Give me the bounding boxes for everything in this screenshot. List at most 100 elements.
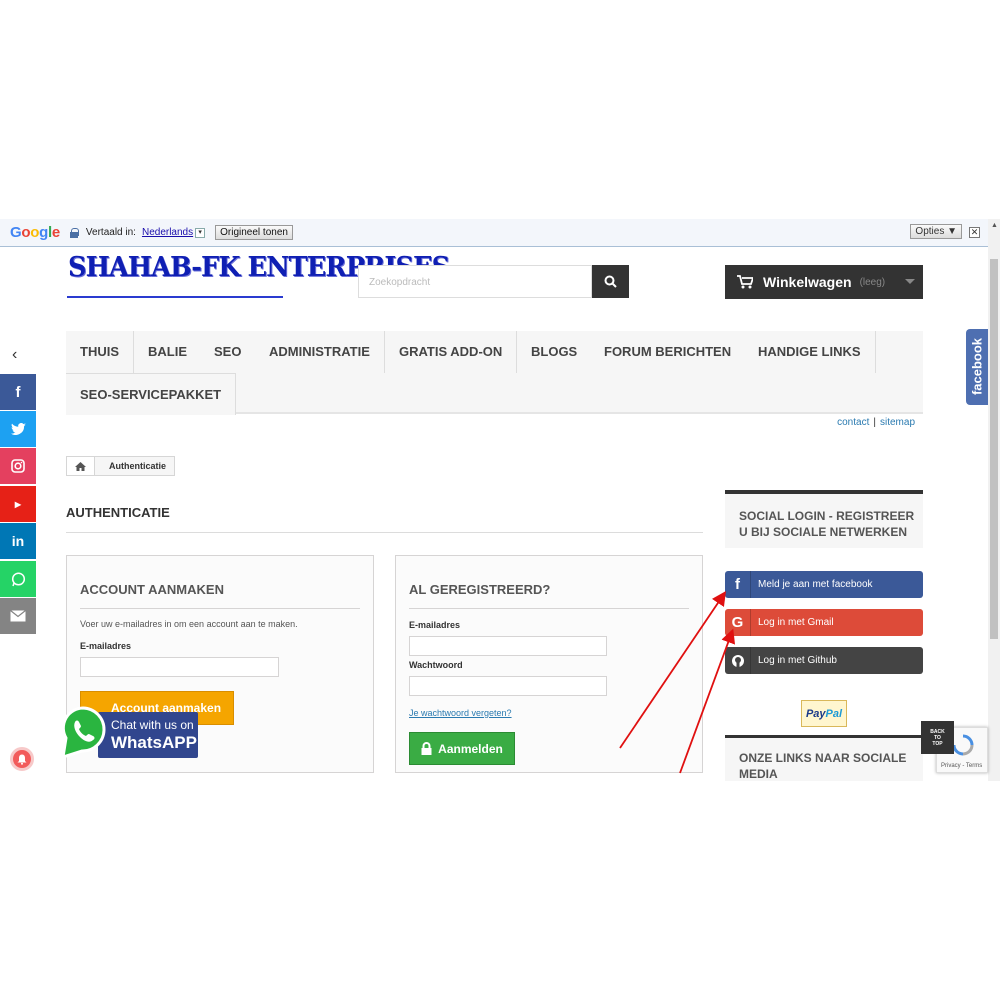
email-icon [10, 610, 26, 622]
back-to-top-button[interactable]: BACK TO TOP [921, 721, 954, 754]
login-box: AL GEREGISTREERD? E-mailadres Wachtwoord… [395, 555, 703, 773]
create-account-hint: Voer uw e-mailadres in om een account aa… [80, 619, 298, 629]
login-email-label: E-mailadres [409, 620, 461, 630]
breadcrumb: Authenticatie [66, 456, 176, 476]
menu-item-administratie[interactable]: ADMINISTRATIE [255, 331, 385, 373]
breadcrumb-current: Authenticatie [109, 461, 167, 471]
whatsapp-line1: Chat with us on [111, 718, 194, 732]
facebook-tab-label: facebook [969, 337, 985, 396]
share-instagram[interactable] [0, 448, 36, 484]
scrollbar-thumb[interactable] [990, 259, 998, 639]
search-button[interactable] [592, 265, 629, 298]
instagram-icon [11, 459, 25, 473]
password-field[interactable] [409, 676, 607, 696]
share-email[interactable] [0, 598, 36, 634]
share-facebook[interactable]: f [0, 374, 36, 410]
search-input[interactable]: Zoekopdracht [358, 265, 592, 298]
social-login-block: SOCIAL LOGIN - REGISTREER U BIJ SOCIALE … [725, 490, 923, 548]
facebook-icon: f [15, 383, 21, 401]
whatsapp-chat-badge[interactable]: Chat with us on WhatsAPP [60, 705, 200, 763]
login-title: AL GEREGISTREERD? [409, 582, 551, 597]
cart-label: Winkelwagen [763, 274, 852, 290]
github-icon [725, 647, 751, 674]
password-label: Wachtwoord [409, 660, 463, 670]
github-login-button[interactable]: Log in met Github [725, 647, 923, 674]
cart-state: (leeg) [859, 276, 886, 288]
share-linkedin[interactable]: in [0, 523, 36, 559]
google-icon: G [725, 609, 751, 636]
logo-underline [67, 296, 283, 298]
home-icon[interactable] [67, 457, 95, 475]
gmail-login-button[interactable]: G Log in met Gmail [725, 609, 923, 636]
paypal-logo[interactable]: Pay Pal [801, 700, 847, 727]
menu-item-thuis[interactable]: THUIS [66, 331, 134, 373]
facebook-login-label: Meld je aan met facebook [758, 579, 873, 590]
contact-link[interactable]: contact [837, 417, 869, 428]
linkedin-icon: in [11, 533, 25, 549]
share-twitter[interactable] [0, 411, 36, 447]
translated-in-label: Vertaald in: [85, 227, 136, 238]
divider [409, 608, 689, 609]
create-account-title: ACCOUNT AANMAKEN [80, 582, 224, 597]
main-menu: THUIS BALIE SEO ADMINISTRATIE GRATIS ADD… [66, 331, 923, 415]
forgot-password-link[interactable]: Je wachtwoord vergeten? [409, 708, 512, 718]
twitter-icon [10, 423, 26, 435]
scroll-up-icon[interactable]: ▲ [991, 222, 998, 229]
chevron-down-icon [905, 279, 915, 284]
facebook-side-tab[interactable]: facebook [966, 329, 988, 405]
social-links-title: ONZE LINKS NAAR SOCIALE MEDIA [739, 751, 907, 781]
menu-item-gratis-add-on[interactable]: GRATIS ADD-ON [385, 331, 518, 373]
notification-bell-icon[interactable] [10, 747, 34, 771]
show-original-button[interactable]: Origineel tonen [215, 225, 293, 240]
title-divider [66, 532, 703, 533]
divider [80, 608, 360, 609]
whatsapp-panel: Chat with us on WhatsAPP [98, 712, 198, 758]
cart-button[interactable]: Winkelwagen (leeg) [725, 265, 923, 299]
google-logo: Google [10, 224, 60, 241]
login-button-label: Aanmelden [438, 741, 503, 756]
facebook-login-button[interactable]: f Meld je aan met facebook [725, 571, 923, 598]
youtube-icon: ▶ [14, 499, 22, 509]
scrollbar[interactable]: ▲ [988, 219, 1000, 781]
lock-icon [69, 228, 79, 238]
menu-item-handige-links[interactable]: HANDIGE LINKS [744, 331, 876, 373]
login-email-field[interactable] [409, 636, 607, 656]
menu-item-blogs[interactable]: BLOGS [517, 331, 593, 373]
lock-icon [421, 742, 432, 755]
link-separator: | [873, 417, 876, 428]
options-button[interactable]: Opties ▼ [910, 224, 962, 239]
whatsapp-icon [61, 706, 106, 760]
social-login-title: SOCIAL LOGIN - REGISTREER U BIJ SOCIALE … [739, 509, 915, 539]
menu-item-seo[interactable]: SEO [200, 331, 257, 373]
create-email-label: E-mailadres [80, 641, 132, 651]
login-button[interactable]: Aanmelden [409, 732, 515, 765]
menu-item-balie[interactable]: BALIE [134, 331, 202, 373]
create-email-field[interactable] [80, 657, 279, 677]
chevron-left-icon[interactable]: ‹ [12, 346, 17, 364]
social-links-block: ONZE LINKS NAAR SOCIALE MEDIA [725, 735, 923, 781]
recaptcha-icon [952, 734, 974, 756]
gmail-login-label: Log in met Gmail [758, 617, 834, 628]
screenshot: Google Vertaald in: Nederlands ▾ Origine… [0, 0, 1000, 1000]
language-dropdown-icon[interactable]: ▾ [195, 227, 206, 238]
facebook-icon: f [725, 571, 751, 598]
sitemap-link[interactable]: sitemap [880, 417, 915, 428]
share-whatsapp[interactable] [0, 561, 36, 597]
back-to-top-text-3: TOP [932, 740, 943, 747]
whatsapp-icon [11, 571, 25, 586]
paypal-text-1: Pay [805, 707, 826, 720]
whatsapp-line2: WhatsAPP [111, 733, 197, 752]
menu-item-seo-servicepakket[interactable]: SEO-SERVICEPAKKET [66, 373, 237, 415]
language-link[interactable]: Nederlands [142, 227, 193, 238]
page-title: AUTHENTICATIE [66, 505, 170, 520]
cart-icon [737, 275, 753, 289]
search-icon [604, 275, 617, 288]
menu-item-forum-berichten[interactable]: FORUM BERICHTEN [590, 331, 747, 373]
share-youtube[interactable]: ▶ [0, 486, 36, 522]
recaptcha-terms[interactable]: Privacy - Terms [941, 763, 982, 769]
google-translate-bar: Google Vertaald in: Nederlands ▾ Origine… [0, 219, 988, 247]
paypal-text-2: Pal [825, 707, 843, 720]
github-login-label: Log in met Github [758, 655, 837, 666]
top-links: contact | sitemap [837, 417, 915, 428]
close-icon[interactable]: ✕ [969, 227, 980, 238]
